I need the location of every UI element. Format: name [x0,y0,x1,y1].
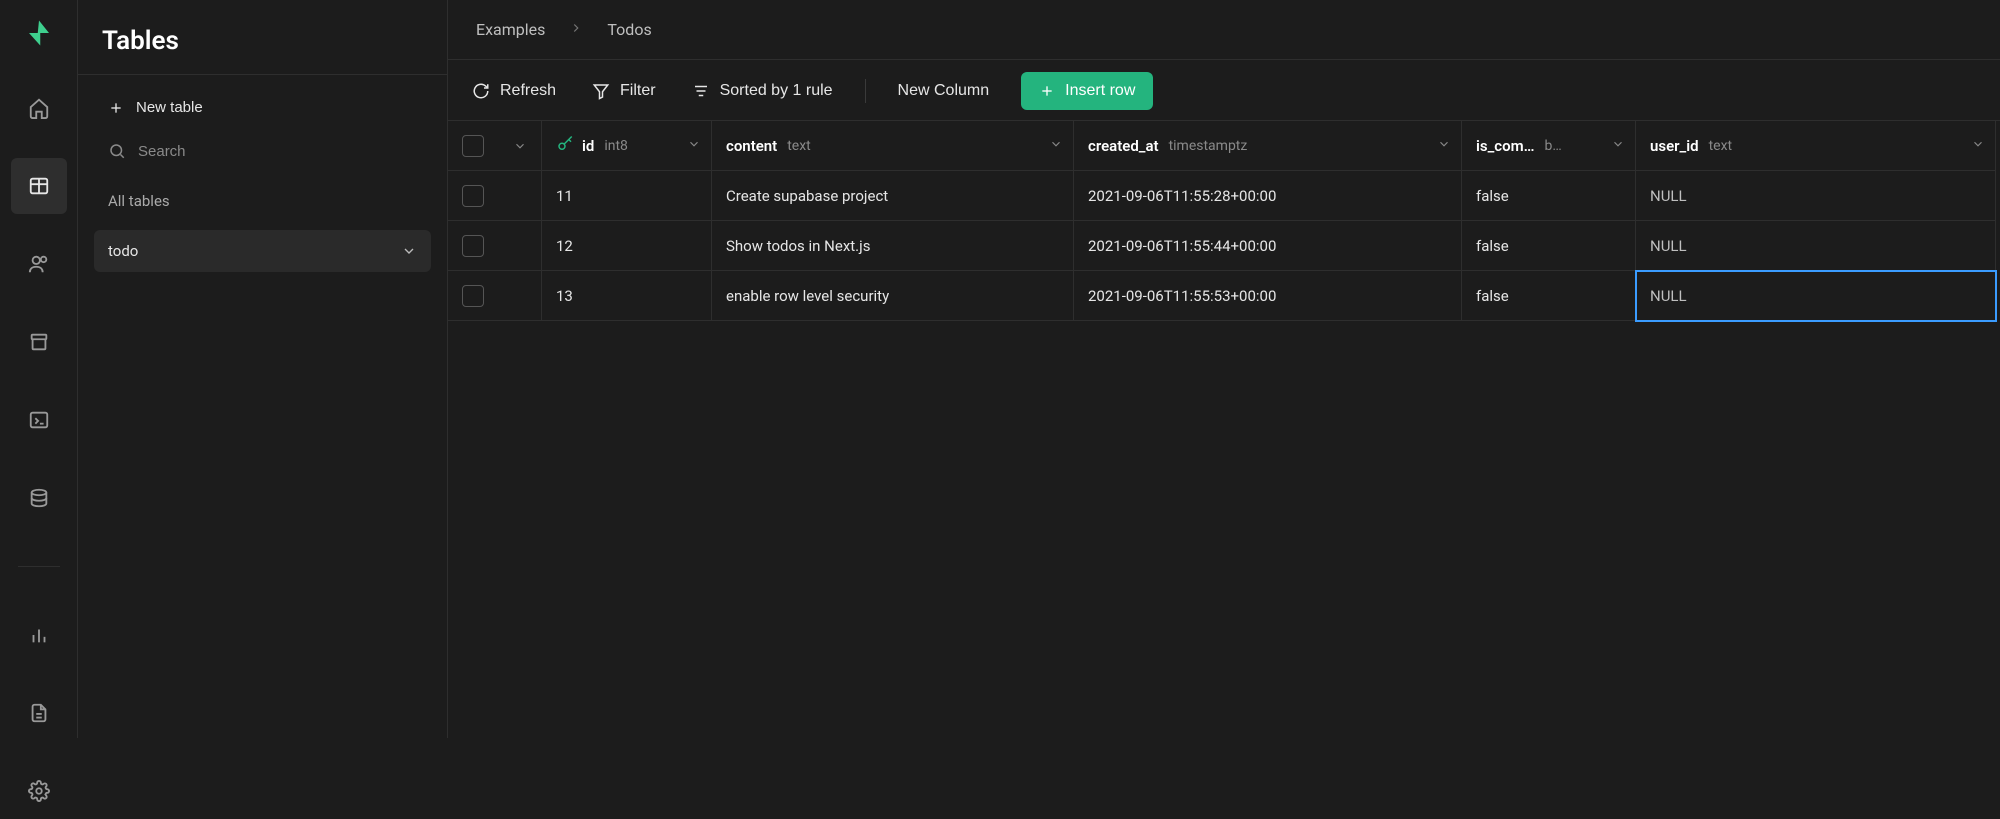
row-select-cell[interactable] [448,221,542,271]
row-checkbox[interactable] [462,235,484,257]
column-header-content[interactable]: content text [712,121,1074,171]
nav-reports[interactable] [11,607,67,663]
cell-is-complete[interactable]: false [1462,221,1636,271]
file-icon [28,702,50,724]
chevron-down-icon[interactable] [1437,137,1451,155]
table-item-name: todo [108,242,138,260]
row-checkbox[interactable] [462,185,484,207]
bar-chart-icon [28,624,50,646]
row-select-cell[interactable] [448,171,542,221]
chevron-down-icon[interactable] [1971,137,1985,155]
breadcrumb: Examples Todos [448,0,2000,60]
nav-sql[interactable] [11,392,67,448]
users-icon [28,253,50,275]
filter-button[interactable]: Filter [588,74,660,108]
table-row: 13 enable row level security 2021-09-06T… [448,271,2000,321]
sidebar: Tables New table All tables todo [78,0,448,738]
select-all-checkbox[interactable] [462,135,484,157]
database-icon [28,487,50,509]
cell-created-at[interactable]: 2021-09-06T11:55:44+00:00 [1074,221,1462,271]
terminal-icon [28,409,50,431]
toolbar: Refresh Filter Sorted by 1 rule New Colu… [448,60,2000,120]
search-input[interactable] [138,143,417,160]
supabase-logo-icon [24,18,54,48]
nav-home[interactable] [11,80,67,136]
sidebar-table-item[interactable]: todo [94,230,431,272]
sort-icon [692,82,710,100]
chevron-right-icon [569,21,583,39]
search-box[interactable] [102,134,423,168]
breadcrumb-table[interactable]: Todos [607,20,651,39]
nav-docs[interactable] [11,685,67,741]
refresh-icon [472,82,490,100]
chevron-down-icon[interactable] [1611,137,1625,155]
cell-content[interactable]: Create supabase project [712,171,1074,221]
search-icon [108,142,126,160]
chevron-down-icon [401,243,417,259]
insert-row-button[interactable]: Insert row [1021,72,1153,110]
new-table-button[interactable]: New table [102,91,423,124]
column-header-is-complete[interactable]: is_com… b… [1462,121,1636,171]
cell-user-id[interactable]: NULL [1636,171,1996,221]
cell-is-complete[interactable]: false [1462,171,1636,221]
nav-database[interactable] [11,470,67,526]
chevron-down-icon[interactable] [687,137,701,155]
cell-content[interactable]: Show todos in Next.js [712,221,1074,271]
row-select-cell[interactable] [448,271,542,321]
column-header-id[interactable]: id int8 [542,121,712,171]
all-tables-label: All tables [102,178,423,220]
sort-button[interactable]: Sorted by 1 rule [688,74,837,108]
data-grid: id int8 content text created_at timestam… [448,120,2000,321]
gear-icon [28,780,50,802]
key-icon [556,135,574,157]
home-icon [28,97,50,119]
table-row: 12 Show todos in Next.js 2021-09-06T11:5… [448,221,2000,271]
cell-id[interactable]: 11 [542,171,712,221]
refresh-button[interactable]: Refresh [468,74,560,108]
cell-created-at[interactable]: 2021-09-06T11:55:53+00:00 [1074,271,1462,321]
cell-content[interactable]: enable row level security [712,271,1074,321]
chevron-down-icon[interactable] [1049,137,1063,155]
nav-storage[interactable] [11,314,67,370]
plus-icon [1039,83,1055,99]
cell-id[interactable]: 12 [542,221,712,271]
nav-tables[interactable] [11,158,67,214]
cell-created-at[interactable]: 2021-09-06T11:55:28+00:00 [1074,171,1462,221]
main: Examples Todos Refresh Filter Sorted by … [448,0,2000,738]
chevron-down-icon[interactable] [513,139,527,153]
cell-user-id[interactable]: NULL [1636,271,1996,321]
cell-is-complete[interactable]: false [1462,271,1636,321]
archive-icon [28,331,50,353]
column-header-created-at[interactable]: created_at timestamptz [1074,121,1462,171]
column-header-user-id[interactable]: user_id text [1636,121,1996,171]
nav-rail [0,0,78,738]
plus-icon [108,100,124,116]
toolbar-divider [865,79,866,103]
nav-auth[interactable] [11,236,67,292]
row-checkbox[interactable] [462,285,484,307]
new-column-button[interactable]: New Column [894,74,994,108]
cell-id[interactable]: 13 [542,271,712,321]
breadcrumb-project[interactable]: Examples [476,20,545,39]
new-table-label: New table [136,99,203,116]
filter-icon [592,82,610,100]
nav-settings[interactable] [11,763,67,819]
column-header-select[interactable] [448,121,542,171]
table-header-row: id int8 content text created_at timestam… [448,121,2000,171]
page-title: Tables [102,26,423,56]
table-icon [28,175,50,197]
app-logo [22,18,56,48]
cell-user-id[interactable]: NULL [1636,221,1996,271]
table-row: 11 Create supabase project 2021-09-06T11… [448,171,2000,221]
